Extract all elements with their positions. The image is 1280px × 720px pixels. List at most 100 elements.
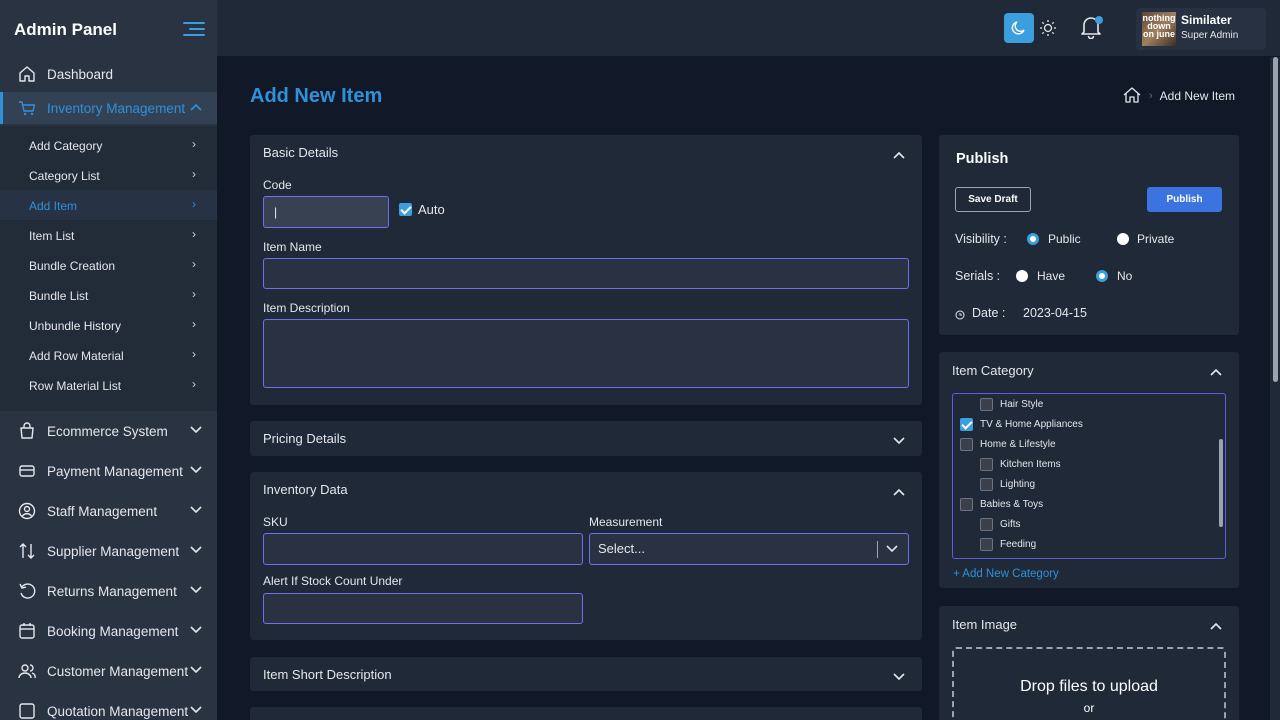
sidebar-item-ecommerce-system[interactable]: Ecommerce System <box>0 415 217 447</box>
clock-icon <box>955 307 965 325</box>
card-title: Item Short Description <box>263 667 392 682</box>
sidebar-item-dashboard[interactable]: Dashboard <box>0 58 217 90</box>
publish-button[interactable]: Publish <box>1147 187 1222 212</box>
category-label: Babies & Toys <box>980 499 1044 510</box>
card-icon <box>18 462 36 480</box>
sidebar-item-label: Inventory Management <box>47 100 186 116</box>
sidebar-item-supplier-management[interactable]: Supplier Management <box>0 535 217 567</box>
sun-icon[interactable] <box>1035 13 1061 43</box>
sidebar-item-label: Payment Management <box>47 463 183 479</box>
sidebar-item-label: Staff Management <box>47 503 158 519</box>
visibility-public-radio[interactable] <box>1027 233 1039 245</box>
breadcrumb: › Add New Item <box>1122 86 1235 106</box>
alert-stock-label: Alert If Stock Count Under <box>263 574 403 588</box>
submenu-item-add-row-material[interactable]: Add Row Material › <box>0 340 217 370</box>
scrollbar-thumb[interactable] <box>1273 57 1278 382</box>
auto-checkbox[interactable] <box>399 203 412 216</box>
category-checkbox[interactable] <box>980 398 993 411</box>
chevron-up-icon[interactable] <box>892 147 906 159</box>
chevron-up-icon[interactable] <box>1209 364 1223 376</box>
chevron-down-icon <box>190 625 202 637</box>
chevron-down-icon[interactable] <box>892 433 906 445</box>
chevron-down-icon <box>190 665 202 677</box>
submenu-item-add-item[interactable]: Add Item › <box>0 190 217 220</box>
category-tree[interactable]: Hair Style TV & Home Appliances Home & L… <box>952 393 1226 559</box>
sku-label: SKU <box>263 515 288 529</box>
visibility-private-radio[interactable] <box>1117 233 1129 245</box>
pricing-details-card[interactable]: Pricing Details <box>250 421 922 456</box>
item-description-textarea[interactable] <box>263 319 909 388</box>
submenu-item-label: Add Item <box>29 199 78 213</box>
category-scrollbar[interactable] <box>1219 439 1223 527</box>
code-input[interactable]: | <box>263 196 389 228</box>
category-checkbox[interactable] <box>960 418 973 431</box>
category-checkbox[interactable] <box>980 478 993 491</box>
brand-title: Admin Panel <box>14 20 117 39</box>
page-scrollbar[interactable] <box>1270 57 1280 720</box>
chevron-right-icon: › <box>192 137 196 151</box>
user-menu[interactable]: nothing down on june Similater Super Adm… <box>1136 8 1266 50</box>
submenu-item-item-list[interactable]: Item List › <box>0 220 217 250</box>
measurement-select[interactable]: Select... <box>589 533 909 565</box>
category-checkbox[interactable] <box>980 458 993 471</box>
home-icon[interactable] <box>1122 86 1142 107</box>
serials-have-radio[interactable] <box>1016 270 1028 282</box>
sidebar-item-returns-management[interactable]: Returns Management <box>0 575 217 607</box>
submenu-item-bundle-list[interactable]: Bundle List › <box>0 280 217 310</box>
submenu-item-label: Bundle Creation <box>29 259 116 273</box>
category-label: Feeding <box>1000 539 1037 550</box>
measurement-label: Measurement <box>589 515 663 529</box>
serials-no-radio[interactable] <box>1096 270 1108 282</box>
sidebar-item-booking-management[interactable]: Booking Management <box>0 615 217 647</box>
submenu-item-category-list[interactable]: Category List › <box>0 160 217 190</box>
code-label: Code <box>263 178 292 192</box>
submenu-item-row-material-list[interactable]: Row Material List › <box>0 370 217 400</box>
card-title: Pricing Details <box>263 431 347 446</box>
sidebar-item-customer-management[interactable]: Customer Management <box>0 655 217 687</box>
sku-input[interactable] <box>263 533 583 565</box>
category-checkbox[interactable] <box>960 438 973 451</box>
category-checkbox[interactable] <box>960 498 973 511</box>
file-drop-zone[interactable]: Drop files to upload or <box>952 647 1226 720</box>
sidebar-item-payment-management[interactable]: Payment Management <box>0 455 217 487</box>
submenu-item-add-category[interactable]: Add Category › <box>0 130 217 160</box>
private-label: Private <box>1137 232 1175 246</box>
submenu-item-bundle-creation[interactable]: Bundle Creation › <box>0 250 217 280</box>
category-checkbox[interactable] <box>980 538 993 551</box>
alert-stock-input[interactable] <box>263 593 583 624</box>
menu-toggle-icon[interactable] <box>183 20 205 38</box>
chevron-right-icon: › <box>192 317 196 331</box>
drop-title: Drop files to upload <box>1020 678 1158 695</box>
basic-details-card: Basic Details Code | Auto Item Name Item… <box>250 135 922 405</box>
next-section-card <box>250 707 922 720</box>
add-new-category-link[interactable]: + Add New Category <box>953 568 1059 580</box>
sidebar-item-label: Returns Management <box>47 583 177 599</box>
item-description-label: Item Description <box>263 301 350 315</box>
sidebar-item-label: Quotation Management <box>47 703 189 719</box>
inventory-data-card: Inventory Data SKU Measurement Select...… <box>250 472 922 640</box>
chevron-right-icon: › <box>192 167 196 181</box>
chevron-down-icon[interactable] <box>892 669 906 681</box>
sidebar-item-staff-management[interactable]: Staff Management <box>0 495 217 527</box>
submenu-item-label: Add Category <box>29 139 103 153</box>
drop-or: or <box>1083 701 1095 715</box>
date-value[interactable]: 2023-04-15 <box>1023 306 1087 320</box>
arrows-updown-icon <box>18 542 36 560</box>
moon-icon[interactable] <box>1004 13 1034 43</box>
sidebar-item-quotation-management[interactable]: Quotation Management <box>0 695 217 720</box>
chevron-up-icon[interactable] <box>892 484 906 496</box>
submenu-item-label: Add Row Material <box>29 349 124 363</box>
sidebar-item-inventory-management[interactable]: Inventory Management <box>0 92 217 124</box>
chevron-up-icon[interactable] <box>1209 618 1223 630</box>
public-label: Public <box>1048 232 1081 246</box>
category-checkbox[interactable] <box>980 518 993 531</box>
item-name-input[interactable] <box>263 258 909 289</box>
chevron-right-icon: › <box>1149 90 1153 102</box>
save-draft-button[interactable]: Save Draft <box>955 187 1031 212</box>
submenu-item-unbundle-history[interactable]: Unbundle History › <box>0 310 217 340</box>
chevron-down-icon <box>190 545 202 557</box>
publish-card: Publish Save Draft Publish Visibility : … <box>939 135 1239 335</box>
submenu-item-label: Unbundle History <box>29 319 122 333</box>
chevron-down-icon <box>190 585 202 597</box>
short-description-card[interactable]: Item Short Description <box>250 657 922 691</box>
